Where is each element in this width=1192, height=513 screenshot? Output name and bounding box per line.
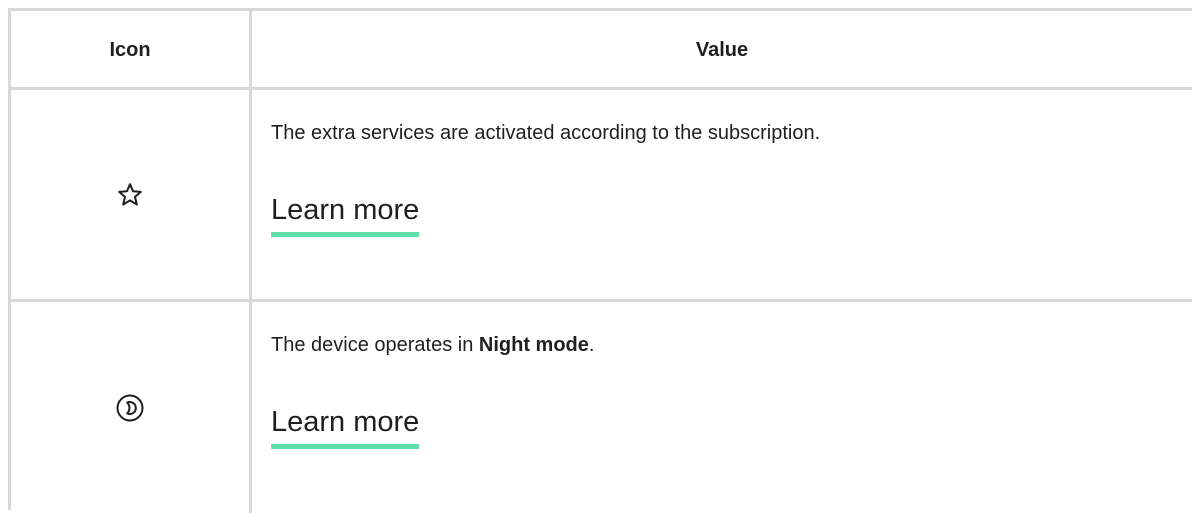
night-mode-term: Night mode [478, 334, 589, 356]
column-divider [249, 90, 252, 299]
table-header-row: Icon Value [11, 11, 1192, 90]
icon-cell [11, 302, 249, 513]
icon-cell [11, 90, 249, 299]
night-mode-icon [115, 393, 145, 423]
row-description: The device operates in Night mode. [271, 332, 594, 358]
column-header-value: Value [695, 39, 749, 61]
column-divider [249, 11, 252, 87]
icon-value-table: Icon Value The extra services are activa… [8, 8, 1192, 513]
value-cell: The extra services are activated accordi… [271, 90, 1172, 299]
column-header-icon: Icon [109, 39, 151, 61]
table-row: The extra services are activated accordi… [11, 90, 1192, 302]
value-cell: The device operates in Night mode. Learn… [271, 302, 1172, 513]
column-divider [249, 302, 252, 513]
learn-more-link[interactable]: Learn more [271, 404, 420, 449]
star-outline-icon [117, 182, 143, 208]
description-prefix: The device operates in [271, 334, 479, 356]
table-row: The device operates in Night mode. Learn… [11, 302, 1192, 513]
description-suffix: . [588, 334, 595, 356]
learn-more-link[interactable]: Learn more [271, 192, 420, 237]
row-description: The extra services are activated accordi… [271, 122, 821, 144]
